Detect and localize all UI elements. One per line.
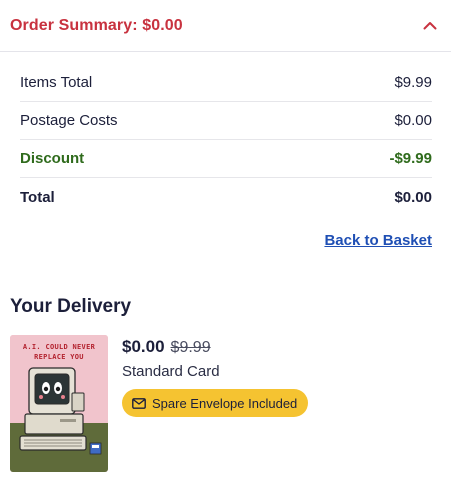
total-row: Total $0.00: [20, 178, 432, 216]
order-summary-rows: Items Total $9.99 Postage Costs $0.00 Di…: [20, 64, 432, 216]
items-total-row: Items Total $9.99: [20, 64, 432, 102]
row-label: Discount: [20, 150, 85, 167]
row-label: Postage Costs: [20, 112, 118, 129]
delivery-heading: Your Delivery: [10, 296, 132, 317]
card-type: Standard Card: [122, 363, 220, 380]
row-value: -$9.99: [389, 150, 432, 167]
row-value: $0.00: [394, 188, 432, 206]
chevron-up-icon[interactable]: [421, 17, 439, 35]
envelope-icon: [132, 397, 146, 409]
order-summary-title: Order Summary: $0.00: [10, 16, 183, 34]
row-value: $9.99: [394, 74, 432, 91]
card-thumbnail[interactable]: A.I. COULD NEVER REPLACE YOU: [10, 335, 108, 472]
row-label: Total: [20, 188, 55, 206]
row-value: $0.00: [394, 112, 432, 129]
order-summary-toggle[interactable]: Order Summary: $0.00: [0, 0, 451, 52]
postage-costs-row: Postage Costs $0.00: [20, 102, 432, 140]
price-line: $0.00 $9.99: [122, 337, 220, 357]
original-price: $9.99: [170, 339, 211, 356]
back-to-basket-link[interactable]: Back to Basket: [324, 232, 432, 249]
product-info: $0.00 $9.99 Standard Card: [122, 337, 220, 380]
card-caption: A.I. COULD NEVER REPLACE YOU: [22, 343, 96, 361]
current-price: $0.00: [122, 337, 165, 356]
spare-envelope-badge: Spare Envelope Included: [122, 389, 309, 417]
badge-label: Spare Envelope Included: [152, 395, 298, 411]
discount-row: Discount -$9.99: [20, 140, 432, 178]
row-label: Items Total: [20, 74, 93, 91]
